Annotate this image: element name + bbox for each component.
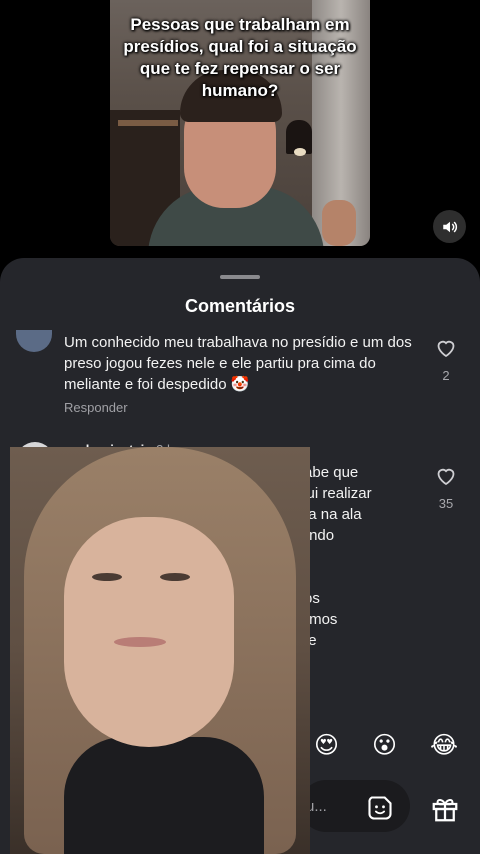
like-count: 2 bbox=[442, 368, 450, 383]
video-caption: Pessoas que trabalham em presídios, qual… bbox=[123, 15, 357, 100]
reaction-laughing[interactable]: 😂 bbox=[430, 732, 458, 760]
sticker-icon[interactable] bbox=[366, 794, 394, 822]
reaction-heart-eyes[interactable]: 😍 bbox=[314, 732, 339, 760]
heart-icon[interactable] bbox=[434, 464, 458, 488]
comment-text: Um conhecido meu trabalhava no presídio … bbox=[64, 334, 412, 393]
heart-icon[interactable] bbox=[434, 336, 458, 360]
webcam-eye-left bbox=[92, 573, 122, 581]
speaker-icon bbox=[442, 221, 457, 232]
gift-icon[interactable] bbox=[430, 794, 460, 824]
like-count: 35 bbox=[438, 496, 454, 511]
video-lamp-light bbox=[294, 148, 306, 156]
sound-button[interactable] bbox=[433, 210, 466, 243]
comments-title: Comentários bbox=[184, 296, 296, 316]
video-player[interactable]: Pessoas que trabalham em presídios, qual… bbox=[110, 0, 370, 246]
reply-button[interactable]: Responder bbox=[64, 400, 128, 415]
webcam-overlay bbox=[10, 447, 310, 854]
avatar[interactable] bbox=[16, 330, 52, 352]
webcam-shirt bbox=[64, 737, 264, 854]
video-person-hand bbox=[322, 200, 356, 246]
webcam-eye-right bbox=[160, 573, 190, 581]
sheet-grabber[interactable] bbox=[220, 275, 260, 279]
reaction-surprised[interactable]: 😮 bbox=[372, 732, 397, 760]
video-shelf bbox=[118, 120, 178, 126]
webcam-face bbox=[64, 517, 234, 747]
webcam-mouth bbox=[114, 637, 166, 647]
